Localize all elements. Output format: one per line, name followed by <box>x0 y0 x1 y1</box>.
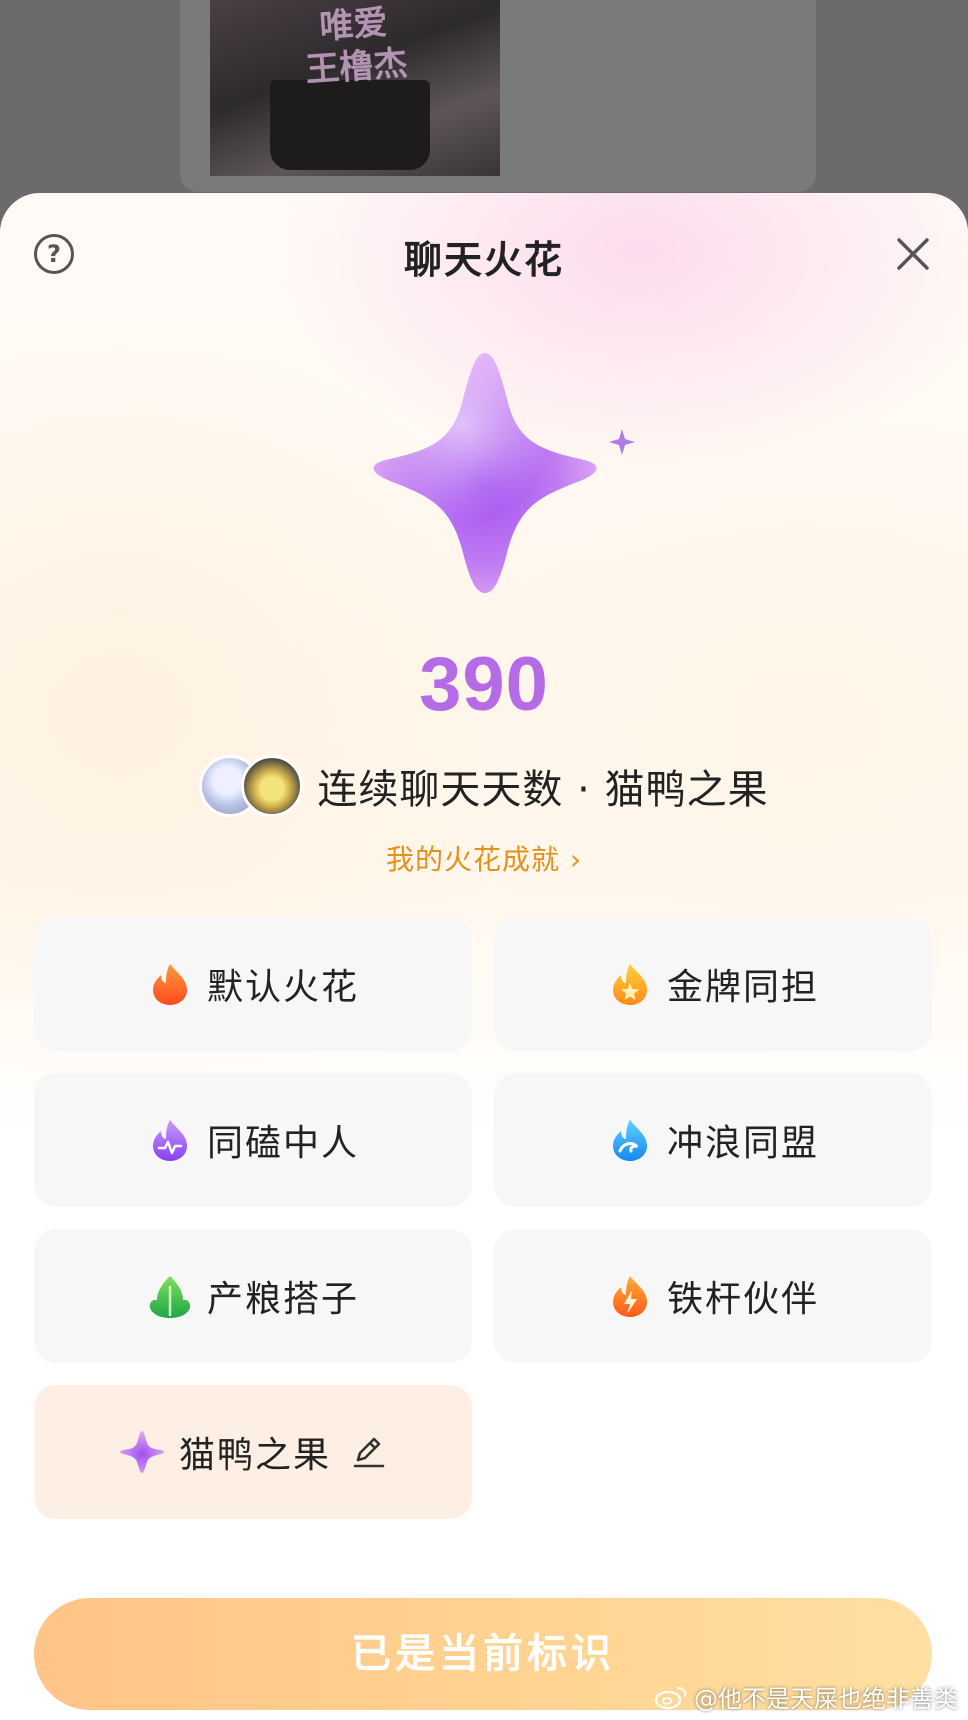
tile-label: 铁杆伙伴 <box>666 1279 819 1320</box>
orange-flame-icon <box>152 964 187 1005</box>
tile-loyal-partner[interactable]: 铁杆伙伴 <box>494 1229 932 1363</box>
close-icon[interactable] <box>894 235 932 273</box>
watermark-text: @他不是天屎也绝非善类 <box>694 1685 958 1713</box>
blue-wave-flame-icon <box>612 1120 647 1161</box>
sheet-title: 聊天火花 <box>403 238 564 282</box>
lightning-flame-icon <box>612 1276 647 1317</box>
tile-label: 同磕中人 <box>206 1123 359 1164</box>
streak-label: 连续聊天天数 · 猫鸭之果 <box>317 767 769 813</box>
weibo-icon <box>654 1686 687 1709</box>
photo-figure <box>270 80 430 170</box>
pencil-edit-icon[interactable] <box>349 1433 387 1471</box>
tile-content-partner[interactable]: 产粮搭子 <box>34 1229 472 1363</box>
purple-flame-icon <box>152 1120 187 1161</box>
tile-gold-fan[interactable]: 金牌同担 <box>494 917 932 1051</box>
spark-bottom-sheet: ? 聊天火花 390 连续聊天天数 · 猫鸭之果 我的火花成就 › 默认火花 金… <box>0 193 968 1720</box>
background-photo: 唯爱 王橹杰 <box>210 0 500 176</box>
gold-star-flame-icon <box>612 964 647 1005</box>
tile-label: 金牌同担 <box>666 967 819 1008</box>
tile-cat-duck-fruit-selected[interactable]: 猫鸭之果 <box>34 1385 472 1519</box>
sparkle-star-icon <box>373 353 635 593</box>
photo-sign-text: 唯爱 王橹杰 <box>304 2 409 91</box>
tile-shipping-buddy[interactable]: 同磕中人 <box>34 1073 472 1207</box>
tile-label: 产粮搭子 <box>206 1279 359 1320</box>
watermark: @他不是天屎也绝非善类 <box>654 1679 958 1714</box>
tile-surfing-alliance[interactable]: 冲浪同盟 <box>494 1073 932 1207</box>
green-leaf-icon <box>149 1276 191 1318</box>
tile-default-spark[interactable]: 默认火花 <box>34 917 472 1051</box>
achievement-link[interactable]: 我的火花成就 › <box>0 838 968 878</box>
tile-label: 猫鸭之果 <box>178 1435 331 1476</box>
spark-score: 390 <box>419 642 549 727</box>
avatar-group <box>199 755 304 817</box>
chat-info-row: 连续聊天天数 · 猫鸭之果 <box>0 753 968 819</box>
tile-label: 冲浪同盟 <box>666 1123 819 1164</box>
purple-sparkle-icon <box>119 1431 164 1473</box>
avatar <box>241 755 304 817</box>
tile-label: 默认火花 <box>206 967 359 1008</box>
